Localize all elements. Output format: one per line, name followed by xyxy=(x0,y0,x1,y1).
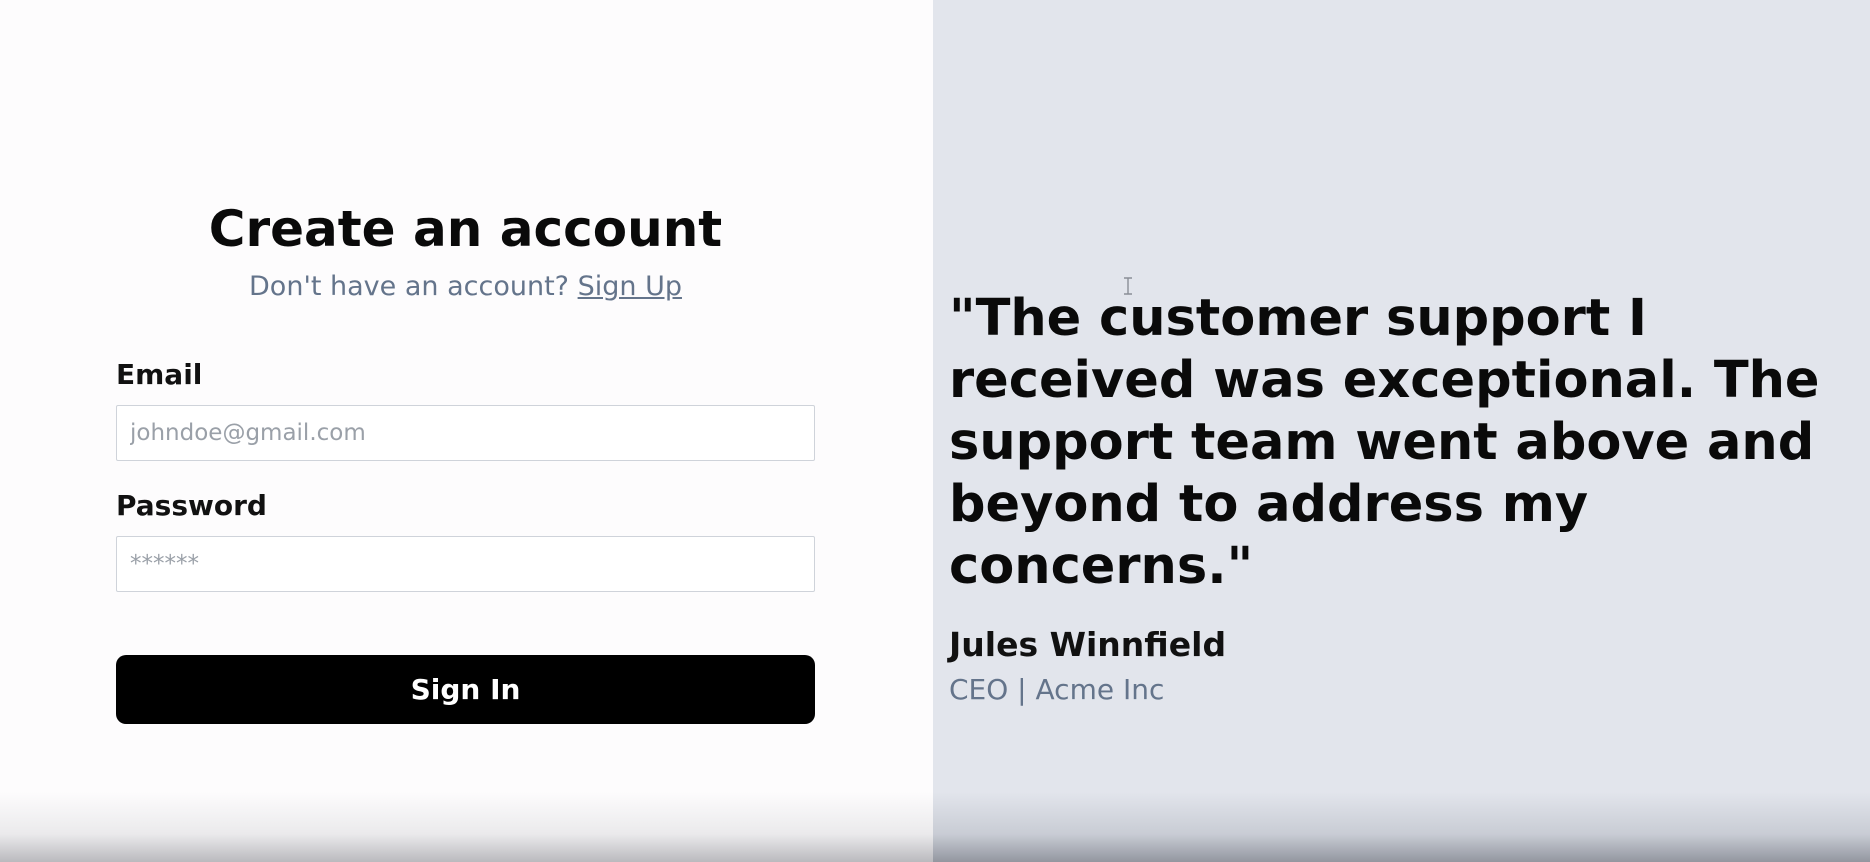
left-bottom-shadow xyxy=(0,792,933,862)
signup-prompt-text: Don't have an account? xyxy=(249,271,569,302)
testimonial: "The customer support I received was exc… xyxy=(949,288,1859,708)
signup-form: Create an account Don't have an account?… xyxy=(116,195,815,724)
password-field[interactable] xyxy=(116,536,815,592)
email-label: Email xyxy=(116,358,203,391)
password-label: Password xyxy=(116,489,267,522)
testimonial-panel: "The customer support I received was exc… xyxy=(933,0,1870,862)
sign-in-button[interactable]: Sign In xyxy=(116,655,815,724)
signup-link[interactable]: Sign Up xyxy=(578,271,682,302)
testimonial-quote: "The customer support I received was exc… xyxy=(949,289,1820,596)
testimonial-role: CEO | Acme Inc xyxy=(949,673,1165,706)
text-cursor-icon xyxy=(1124,277,1132,295)
page-title: Create an account xyxy=(208,200,723,258)
signup-prompt: Don't have an account? Sign Up xyxy=(116,269,815,305)
signup-panel: Create an account Don't have an account?… xyxy=(0,0,933,862)
right-bottom-shadow xyxy=(933,792,1870,862)
email-field[interactable] xyxy=(116,405,815,461)
testimonial-author: Jules Winnfield xyxy=(949,625,1227,664)
auth-page: Create an account Don't have an account?… xyxy=(0,0,1870,862)
